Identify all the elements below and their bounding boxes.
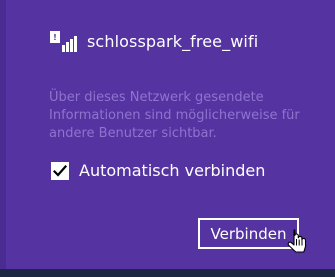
network-name: schlosspark_free_wifi <box>87 32 259 51</box>
checkmark-icon <box>53 164 67 177</box>
network-row[interactable]: ! schlosspark_free_wifi <box>49 31 258 53</box>
wifi-connection-panel: ! schlosspark_free_wifi Über dieses Netz… <box>0 0 335 277</box>
pointer-hand-cursor-icon <box>287 229 307 253</box>
auto-connect-option[interactable]: Automatisch verbinden <box>51 162 265 180</box>
auto-connect-label: Automatisch verbinden <box>79 161 266 180</box>
wifi-security-warning-icon: ! <box>50 31 77 52</box>
panel-edge <box>0 0 6 277</box>
security-warning-text: Über dieses Netzwerk gesendete Informati… <box>49 90 300 141</box>
connect-button[interactable]: Verbinden <box>198 218 299 249</box>
svg-text:!: ! <box>53 33 57 42</box>
auto-connect-checkbox[interactable] <box>51 162 69 180</box>
